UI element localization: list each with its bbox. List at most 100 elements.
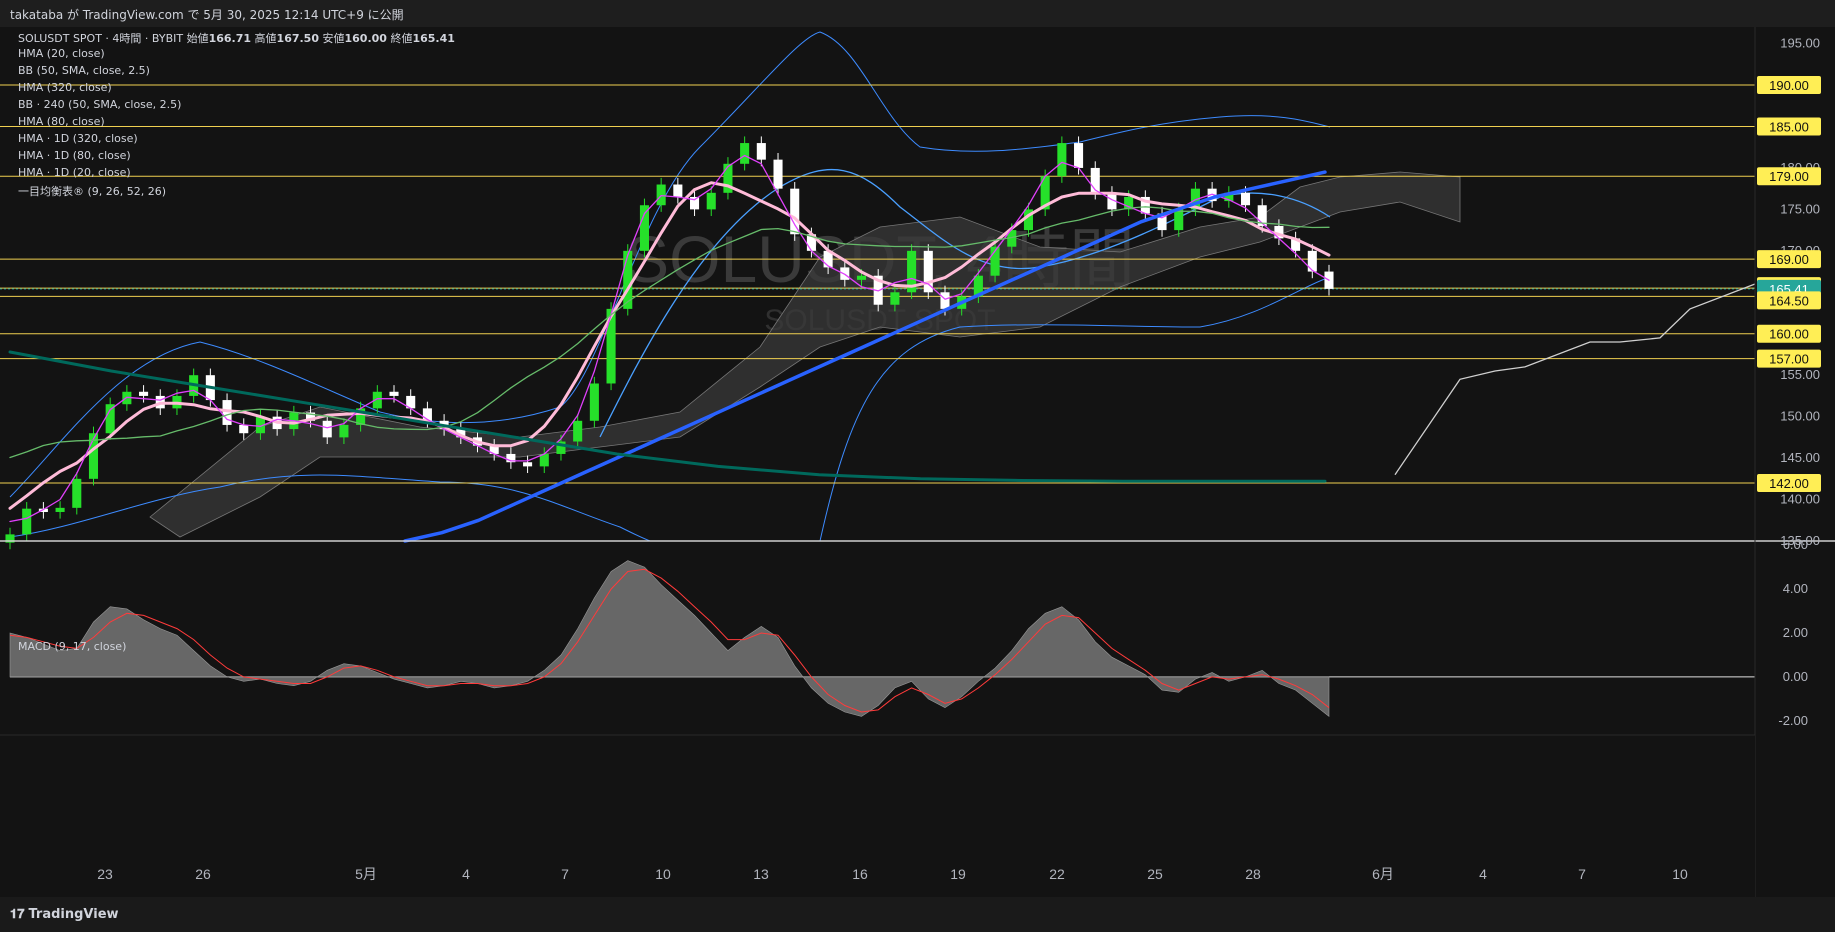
candle-body-47 [790, 188, 800, 235]
legend-low-label: 安値 [322, 32, 345, 45]
legend-close-label: 終値 [390, 32, 413, 45]
price-tick-4: 175.00 [1780, 201, 1820, 216]
legend-indicator-hma1d-80[interactable]: HMA · 1D (80, close) [18, 149, 131, 162]
price-axis[interactable]: 195.00190.00185.00180.00175.00170.00165.… [1757, 36, 1821, 728]
candle-body-40 [673, 184, 683, 197]
candle-body-13 [222, 400, 232, 425]
candle-body-23 [389, 391, 399, 396]
legend-indicator-hma1d-20[interactable]: HMA · 1D (20, close) [18, 166, 131, 179]
price-badge-label: 169.00 [1769, 252, 1809, 267]
candle-body-42 [706, 192, 716, 210]
time-axis[interactable]: 23 26 5月 4 7 10 13 16 19 22 25 28 6月 4 7 10 [0, 734, 1755, 897]
price-badge-3: 169.00 [1757, 250, 1821, 269]
time-tick-1: 26 [195, 866, 211, 882]
time-tick-15: 10 [1672, 866, 1688, 882]
candle-body-31 [523, 462, 533, 467]
legend-indicator-bb[interactable]: BB (50, SMA, close, 2.5) [18, 64, 150, 77]
price-badge-8: 157.00 [1757, 349, 1821, 368]
price-badge-label: 164.50 [1769, 293, 1809, 308]
candle-body-1 [22, 508, 32, 535]
candle-body-4 [72, 478, 82, 508]
macd-tick-1: 4.00 [1783, 581, 1808, 596]
candle-body-78 [1307, 250, 1317, 272]
legend-high-value: 167.50 [276, 32, 319, 45]
legend-high-label: 高値 [254, 32, 277, 45]
legend-symbol[interactable]: SOLUSDT SPOT · 4時間 · BYBIT [18, 32, 183, 45]
main-pane[interactable]: SOLUSDT, 4時間 SOLUSDT SPOT [0, 27, 1756, 550]
candle-body-34 [573, 420, 583, 442]
candle-body-51 [856, 275, 867, 280]
price-badge-label: 185.00 [1769, 119, 1809, 134]
candle-body-63 [1057, 143, 1067, 177]
price-tick-0: 195.00 [1780, 36, 1820, 51]
legend-close-value: 165.41 [412, 32, 455, 45]
price-tick-11: 140.00 [1780, 492, 1820, 507]
candle-body-44 [740, 143, 750, 164]
legend-indicator-hma80[interactable]: HMA (80, close) [18, 115, 105, 128]
legend-indicator-bb240[interactable]: BB · 240 (50, SMA, close, 2.5) [18, 98, 181, 111]
price-badge-1: 185.00 [1757, 117, 1821, 136]
price-badge-label: 142.00 [1769, 476, 1809, 491]
price-badge-7: 160.00 [1757, 324, 1821, 343]
macd-tick-4: -2.00 [1778, 713, 1808, 728]
publish-info: takataba が TradingView.com で 5月 30, 2025… [10, 8, 404, 22]
legend-open-value: 166.71 [208, 32, 252, 45]
candle-body-56 [940, 292, 950, 309]
legend-symbol-row[interactable]: SOLUSDT SPOT · 4時間 · BYBIT 始値166.71 高値16… [18, 30, 455, 46]
price-badge-6: 164.50 [1757, 291, 1821, 310]
candle-body-38 [639, 205, 649, 251]
candle-body-8 [139, 391, 149, 396]
price-tick-8: 155.00 [1780, 367, 1820, 382]
time-tick-4: 7 [561, 866, 569, 882]
time-tick-3: 4 [462, 866, 470, 882]
candle-body-39 [656, 184, 666, 206]
macd-tick-2: 2.00 [1783, 625, 1808, 640]
candle-body-14 [239, 424, 249, 434]
price-badge-9: 142.00 [1757, 473, 1821, 492]
tradingview-mark-icon: 𝟏𝟕 [10, 907, 25, 922]
macd-tick-0: 6.00 [1783, 537, 1808, 552]
time-tick-8: 19 [950, 866, 966, 882]
candle-body-46 [773, 159, 783, 189]
price-badge-label: 157.00 [1769, 352, 1809, 367]
candle-body-70 [1174, 209, 1184, 231]
legend-low-value: 160.00 [344, 32, 387, 45]
candle-body-19 [322, 420, 332, 438]
price-tick-10: 145.00 [1780, 450, 1820, 465]
legend-indicator-hma20[interactable]: HMA (20, close) [18, 47, 105, 60]
footer-bar [0, 897, 1835, 932]
time-tick-12: 6月 [1372, 866, 1394, 882]
time-tick-2: 5月 [355, 866, 377, 882]
macd-histogram [9, 560, 1330, 718]
chart-canvas[interactable]: SOLUSDT, 4時間 SOLUSDT SPOT 195.00190.0018… [0, 27, 1835, 897]
price-badge-label: 190.00 [1769, 78, 1809, 93]
tradingview-logo[interactable]: 𝟏𝟕 TradingView [10, 907, 119, 922]
price-badge-label: 179.00 [1769, 169, 1809, 184]
legend-indicator-hma320[interactable]: HMA (320, close) [18, 81, 112, 94]
price-badge-2: 179.00 [1757, 167, 1821, 186]
legend-indicator-ichimoku[interactable]: 一目均衡表® (9, 26, 52, 26) [18, 183, 166, 199]
price-badge-0: 190.00 [1757, 76, 1821, 95]
time-tick-14: 7 [1578, 866, 1586, 882]
time-tick-5: 10 [655, 866, 671, 882]
legend-indicator-hma1d-320[interactable]: HMA · 1D (320, close) [18, 132, 138, 145]
candle-body-53 [890, 292, 900, 305]
legend-macd[interactable]: MACD (9, 17, close) [18, 640, 126, 653]
time-axis-bg [0, 735, 1755, 897]
candle-body-35 [589, 383, 599, 421]
legend-open-label: 始値 [186, 32, 209, 45]
candle-body-6 [105, 404, 115, 434]
candle-body-74 [1240, 192, 1251, 206]
time-tick-10: 25 [1147, 866, 1163, 882]
price-tick-9: 150.00 [1780, 409, 1820, 424]
candle-body-3 [55, 507, 65, 512]
time-tick-7: 16 [852, 866, 868, 882]
publish-header: takataba が TradingView.com で 5月 30, 2025… [0, 0, 1835, 27]
macd-tick-3: 0.00 [1783, 669, 1808, 684]
price-badge-label: 160.00 [1769, 327, 1809, 342]
candle-body-20 [339, 424, 349, 438]
time-tick-11: 28 [1245, 866, 1261, 882]
macd-pane[interactable] [9, 560, 1755, 718]
time-tick-9: 22 [1049, 866, 1065, 882]
tradingview-logo-text: TradingView [28, 907, 119, 922]
